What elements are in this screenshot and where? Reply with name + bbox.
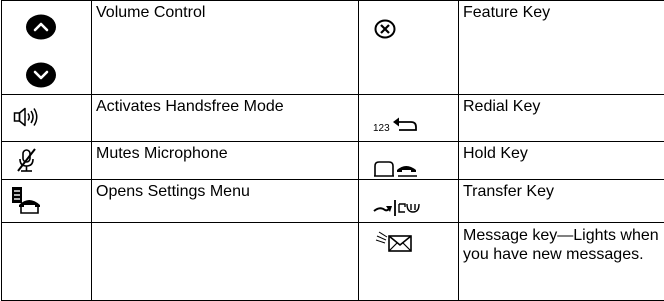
table-row: Opens Settings Menu Transfer Key	[2, 180, 664, 223]
message-icon-cell	[359, 223, 459, 301]
empty-icon-cell	[2, 223, 92, 301]
settings-label: Opens Settings Menu	[92, 180, 359, 223]
redial-icon: 123	[373, 113, 419, 135]
redial-icon-cell: 123	[359, 95, 459, 142]
mute-label: Mutes Microphone	[92, 142, 359, 180]
phone-key-legend-table: Volume Control Feature Key Activates Han…	[1, 0, 664, 301]
feature-key-label: Feature Key	[459, 1, 664, 95]
hold-icon-cell	[359, 142, 459, 180]
table-row: Mutes Microphone Hold Key	[2, 142, 664, 180]
table-row: Volume Control Feature Key	[2, 1, 664, 95]
transfer-icon-cell	[359, 180, 459, 223]
transfer-key-label: Transfer Key	[459, 180, 664, 223]
speaker-icon	[13, 106, 39, 128]
muted-mic-icon	[15, 147, 39, 173]
mute-icon-cell	[2, 142, 92, 180]
empty-label-cell	[92, 223, 359, 301]
handsfree-label: Activates Handsfree Mode	[92, 95, 359, 142]
volume-down-icon	[26, 63, 56, 88]
volume-icon-cell	[2, 1, 92, 95]
message-envelope-icon	[375, 229, 415, 255]
volume-control-label: Volume Control	[92, 1, 359, 95]
settings-phone-icon	[10, 185, 42, 215]
message-key-label: Message key—Lights when you have new mes…	[459, 223, 664, 301]
table-row: Message key—Lights when you have new mes…	[2, 223, 664, 301]
handsfree-icon-cell	[2, 95, 92, 142]
table-row: Activates Handsfree Mode 123 Redial Key	[2, 95, 664, 142]
feature-icon-cell	[359, 1, 459, 95]
feature-x-icon	[374, 18, 396, 40]
redial-digits-text: 123	[373, 123, 390, 134]
hold-icon	[374, 160, 418, 178]
volume-up-icon	[26, 15, 56, 40]
redial-key-label: Redial Key	[459, 95, 664, 142]
transfer-icon	[373, 198, 421, 218]
volume-control-icon	[26, 11, 56, 89]
settings-icon-cell	[2, 180, 92, 223]
hold-key-label: Hold Key	[459, 142, 664, 180]
